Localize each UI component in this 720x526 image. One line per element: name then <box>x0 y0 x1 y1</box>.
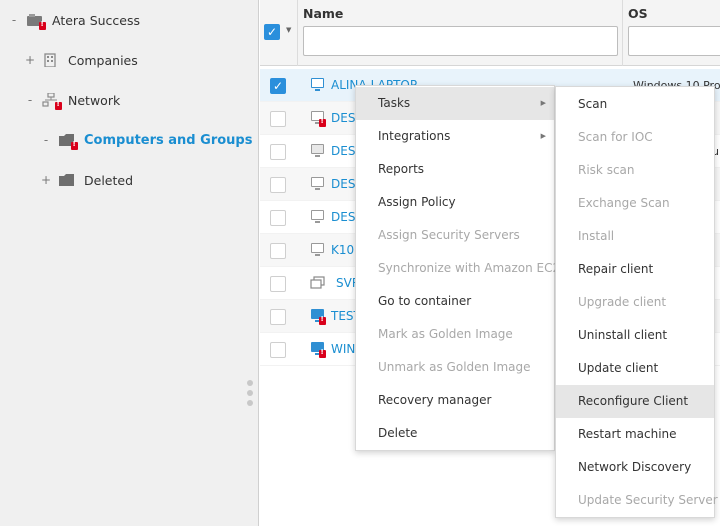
submenu-item-update-client[interactable]: Update client <box>556 352 714 385</box>
submenu-item-upgrade-client: Upgrade client <box>578 295 667 309</box>
building-icon <box>42 53 60 68</box>
network-tree-panel: - Atera Success + Companies - Network - … <box>0 0 259 526</box>
tree-item-label: Companies <box>68 52 138 68</box>
submenu-item-network-discovery[interactable]: Network Discovery <box>556 451 714 484</box>
menu-item-label: Integrations <box>378 129 451 143</box>
menu-item-reports[interactable]: Reports <box>356 153 554 186</box>
collapse-toggle[interactable]: - <box>24 93 36 107</box>
monitor-icon <box>310 144 326 158</box>
row-checkbox[interactable] <box>270 177 286 193</box>
panel-resize-handle[interactable] <box>247 380 255 412</box>
column-header-os[interactable]: OS <box>628 6 648 21</box>
submenu-item-install: Install <box>578 229 615 243</box>
monitor-alert-icon <box>310 111 326 127</box>
submenu-item-restart-machine[interactable]: Restart machine <box>556 418 714 451</box>
tasks-submenu: Scan Scan for IOC Risk scan Exchange Sca… <box>555 86 718 518</box>
os-filter-input[interactable] <box>628 26 720 56</box>
monitor-blue-alert-icon <box>310 342 326 358</box>
tree-item-atera-success[interactable]: - Atera Success <box>8 10 140 30</box>
monitor-blue-icon <box>310 78 326 92</box>
select-all-checkbox[interactable]: ✓ <box>264 24 280 40</box>
network-icon <box>42 92 62 110</box>
menu-item-tasks[interactable]: Tasks ▶ <box>356 87 554 120</box>
menu-item-assign-policy[interactable]: Assign Policy <box>356 186 554 219</box>
folder-icon <box>58 133 78 150</box>
tree-item-label: Atera Success <box>52 12 141 28</box>
submenu-item-scan-for-ioc: Scan for IOC <box>578 130 653 144</box>
name-filter-input[interactable] <box>303 26 618 56</box>
collapse-toggle[interactable]: - <box>40 133 52 147</box>
menu-item-go-to-container[interactable]: Go to container <box>356 285 554 318</box>
menu-item-assign-security-servers: Assign Security Servers <box>378 228 520 242</box>
submenu-arrow-icon: ▶ <box>540 132 546 140</box>
row-checkbox[interactable] <box>270 276 286 292</box>
submenu-item-exchange-scan: Exchange Scan <box>578 196 670 210</box>
submenu-item-uninstall-client[interactable]: Uninstall client <box>556 319 714 352</box>
grid-header: ✓ ▼ Name OS <box>260 0 720 66</box>
row-checkbox[interactable] <box>270 210 286 226</box>
tree-item-label: Network <box>68 92 121 108</box>
menu-item-label: Tasks <box>378 96 411 110</box>
select-dropdown-caret-icon[interactable]: ▼ <box>286 26 291 34</box>
submenu-item-risk-scan: Risk scan <box>578 163 635 177</box>
column-divider <box>297 0 298 66</box>
tree-item-deleted[interactable]: + Deleted <box>40 170 133 190</box>
monitor-blue-alert-icon <box>310 309 326 325</box>
row-checkbox[interactable]: ✓ <box>270 78 286 94</box>
row-checkbox[interactable] <box>270 144 286 160</box>
menu-item-integrations[interactable]: Integrations ▶ <box>356 120 554 153</box>
menu-item-mark-golden-image: Mark as Golden Image <box>378 327 513 341</box>
menu-item-unmark-golden-image: Unmark as Golden Image <box>378 360 531 374</box>
row-checkbox[interactable] <box>270 309 286 325</box>
monitor-icon <box>310 177 326 191</box>
root-network-icon <box>26 13 46 30</box>
context-menu: Tasks ▶ Integrations ▶ Reports Assign Po… <box>355 85 561 451</box>
collapse-toggle[interactable]: - <box>8 13 20 27</box>
row-checkbox[interactable] <box>270 243 286 259</box>
tree-item-companies[interactable]: + Companies <box>24 50 138 70</box>
menu-item-recovery-manager[interactable]: Recovery manager <box>356 384 554 417</box>
computer-name-link[interactable]: K10 <box>331 243 354 257</box>
row-checkbox[interactable] <box>270 111 286 127</box>
submenu-item-update-security-server: Update Security Server <box>578 493 718 507</box>
submenu-arrow-icon: ▶ <box>540 99 546 107</box>
tree-item-computers-and-groups[interactable]: - Computers and Groups <box>40 130 252 150</box>
tree-item-label: Computers and Groups <box>84 132 253 148</box>
row-checkbox[interactable] <box>270 342 286 358</box>
folder-icon <box>58 173 76 187</box>
expand-toggle[interactable]: + <box>24 53 36 67</box>
tree-item-label: Deleted <box>84 172 134 188</box>
submenu-item-reconfigure-client[interactable]: Reconfigure Client <box>556 385 714 418</box>
tree-item-network[interactable]: - Network <box>24 90 120 110</box>
submenu-item-repair-client[interactable]: Repair client <box>556 253 714 286</box>
monitor-icon <box>310 243 326 257</box>
computer-name-link[interactable]: WIN <box>331 342 355 356</box>
column-divider <box>622 0 623 66</box>
menu-item-delete[interactable]: Delete <box>356 417 554 450</box>
submenu-item-scan[interactable]: Scan <box>556 88 714 121</box>
monitor-icon <box>310 210 326 224</box>
expand-toggle[interactable]: + <box>40 173 52 187</box>
column-header-name[interactable]: Name <box>303 6 343 21</box>
server-icon <box>310 276 326 290</box>
menu-item-synchronize-amazon-ec2: Synchronize with Amazon EC2 <box>378 261 561 275</box>
